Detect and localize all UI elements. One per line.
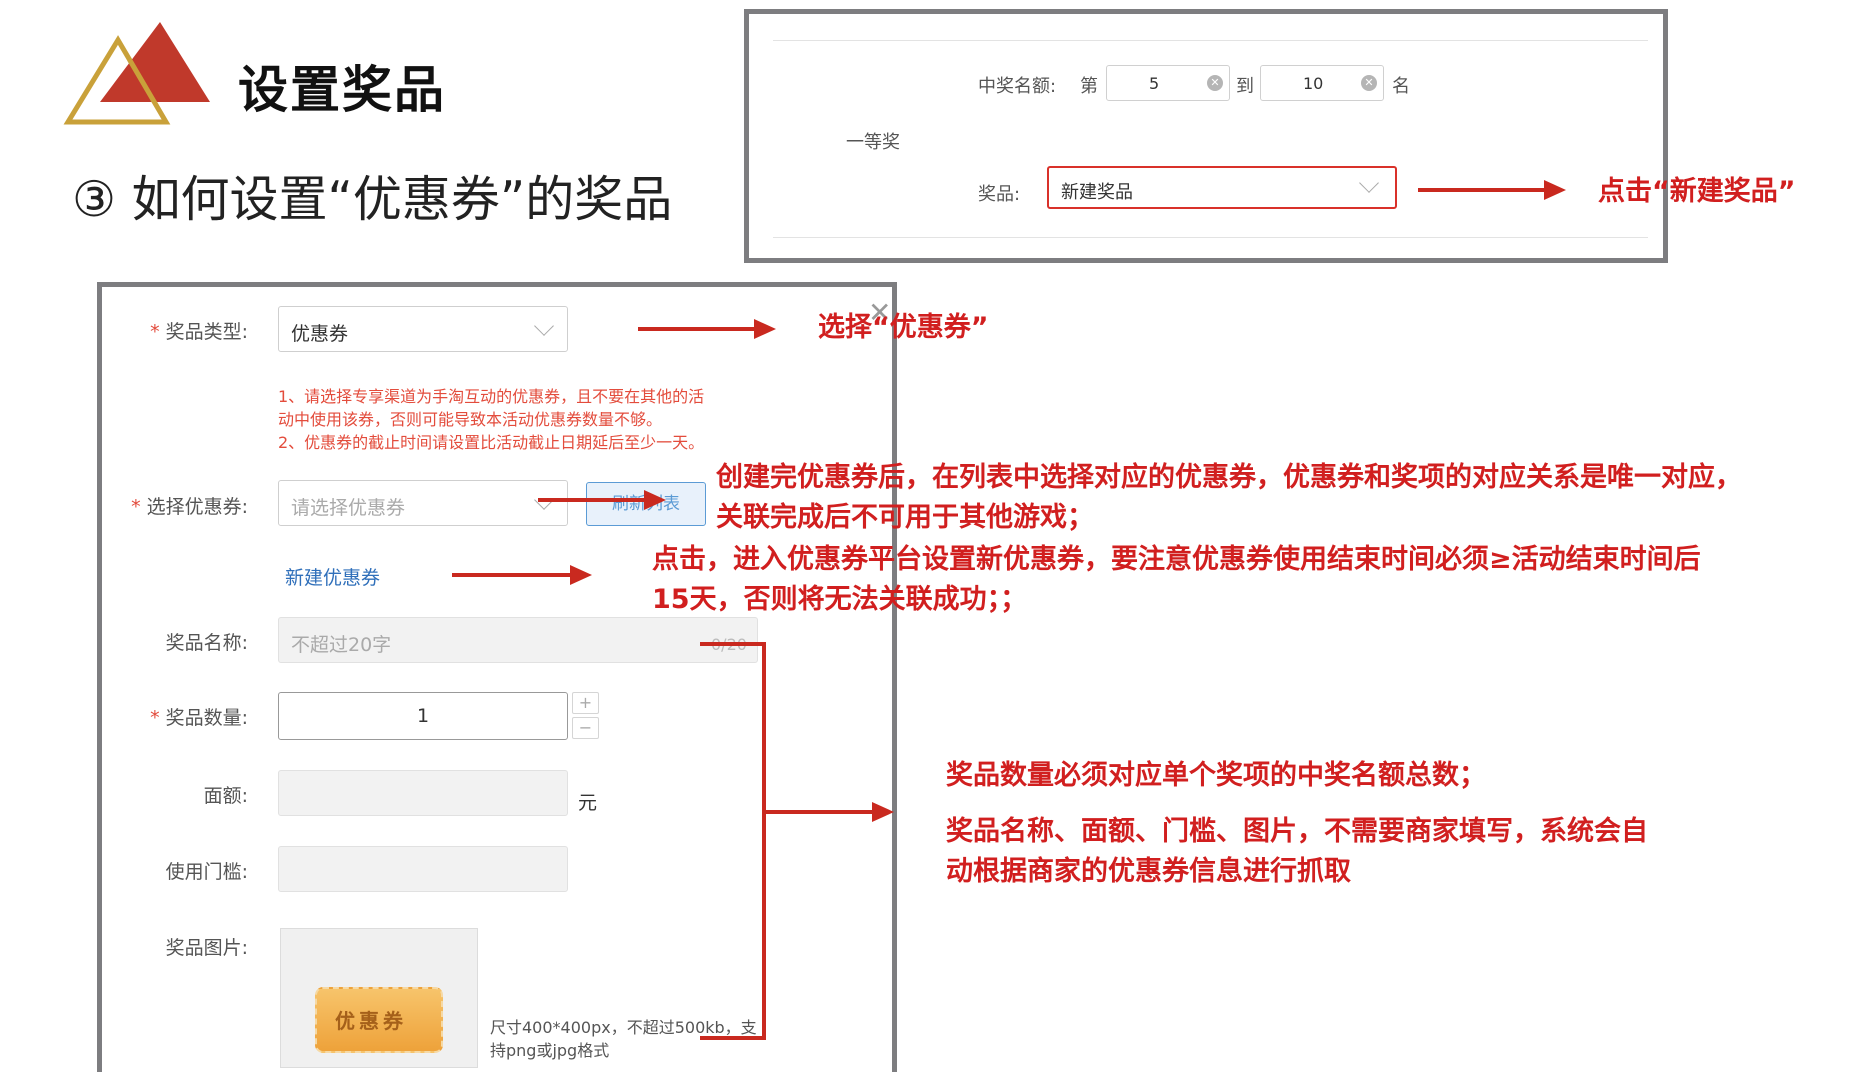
chevron-down-icon	[1359, 173, 1379, 193]
slide-title: 设置奖品	[238, 61, 446, 119]
prize-type-label: * 奖品类型:	[150, 321, 248, 343]
winner-count-label: 中奖名额:	[978, 76, 1057, 97]
annotation-select-coupon: 选择“优惠券”	[818, 312, 989, 343]
prize-type-value: 优惠券	[291, 323, 349, 345]
coupon-select[interactable]: 请选择优惠券	[278, 480, 568, 526]
prize-select-value: 新建奖品	[1061, 182, 1133, 203]
annotation-coupon-note: 创建完优惠券后，在列表中选择对应的优惠券，优惠券和奖项的对应关系是唯一对应， 关…	[716, 462, 1742, 533]
increment-button[interactable]: +	[572, 692, 599, 714]
prize-label: 奖品:	[978, 184, 1021, 205]
rank-from-value: 5	[1149, 74, 1160, 93]
notice-line: 1、请选择专享渠道为手淘互动的优惠券，且不要在其他的活	[278, 387, 705, 406]
prize-name-placeholder: 不超过20字	[291, 634, 392, 656]
threshold-label: 使用门槛:	[165, 861, 248, 883]
annotation-quantity-note: 奖品数量必须对应单个奖项的中奖名额总数；	[946, 760, 1486, 791]
arrow-line	[638, 327, 756, 331]
rank-from-input[interactable]: 5 ✕	[1106, 65, 1230, 101]
arrow-right-icon	[754, 319, 776, 339]
face-value-input[interactable]	[278, 770, 568, 816]
bracket-line	[762, 642, 766, 1040]
coupon-select-placeholder: 请选择优惠券	[291, 497, 406, 519]
prize-image-upload[interactable]: 优惠券	[280, 928, 478, 1068]
currency-unit: 元	[578, 792, 598, 814]
prize-type-select[interactable]: 优惠券	[278, 306, 568, 352]
threshold-input[interactable]	[278, 846, 568, 892]
decrement-button[interactable]: −	[572, 717, 599, 739]
rank-to-input[interactable]: 10 ✕	[1260, 65, 1384, 101]
arrow-line	[762, 810, 874, 814]
chevron-down-icon	[534, 316, 554, 336]
triangle-logo-icon	[63, 22, 210, 125]
arrow-right-icon	[570, 565, 592, 585]
prize-name-label: 奖品名称:	[165, 632, 248, 654]
rank-to-label: 到	[1236, 76, 1254, 97]
notice-line: 动中使用该券，否则可能导致本活动优惠券数量不够。	[278, 410, 663, 429]
quantity-stepper[interactable]: 1	[278, 692, 568, 740]
prize-select[interactable]: 新建奖品	[1047, 166, 1397, 209]
bracket-line	[700, 642, 766, 646]
arrow-line	[538, 498, 646, 502]
arrow-right-icon	[644, 490, 666, 510]
bracket-line	[700, 1036, 766, 1040]
tier-label: 一等奖	[846, 132, 900, 153]
prize-image-label: 奖品图片:	[165, 937, 248, 959]
annotation-auto-fill-note: 奖品名称、面额、门槛、图片，不需要商家填写，系统会自 动根据商家的优惠券信息进行…	[946, 816, 1648, 887]
prize-name-input[interactable]: 不超过20字	[278, 617, 758, 663]
coupon-notice: 1、请选择专享渠道为手淘互动的优惠券，且不要在其他的活 动中使用该券，否则可能导…	[278, 385, 758, 454]
annotation-new-coupon-note: 点击，进入优惠券平台设置新优惠券，要注意优惠券使用结束时间必须≥活动结束时间后 …	[652, 544, 1701, 615]
clear-icon[interactable]: ✕	[1207, 75, 1223, 91]
quantity-value: 1	[417, 705, 430, 727]
new-coupon-link[interactable]: 新建优惠券	[285, 563, 380, 590]
coupon-select-label: * 选择优惠券:	[131, 496, 248, 518]
coupon-ticket-text: 优惠券	[335, 1009, 407, 1033]
coupon-ticket-icon: 优惠券	[315, 987, 443, 1053]
rank-from-label: 第	[1080, 76, 1098, 97]
arrow-line	[1418, 188, 1546, 192]
clear-icon[interactable]: ✕	[1361, 75, 1377, 91]
quantity-label: * 奖品数量:	[150, 707, 248, 729]
rank-unit-label: 名	[1392, 76, 1410, 97]
arrow-right-icon	[1544, 180, 1566, 200]
image-hint-line: 持png或jpg格式	[490, 1041, 610, 1060]
arrow-right-icon	[872, 802, 894, 822]
slide-subtitle: ③ 如何设置“优惠券”的奖品	[72, 171, 673, 228]
annotation-click-new-prize: 点击“新建奖品”	[1598, 176, 1796, 207]
face-value-label: 面额:	[203, 785, 248, 807]
rank-to-value: 10	[1303, 74, 1324, 93]
arrow-line	[452, 573, 572, 577]
notice-line: 2、优惠券的截止时间请设置比活动截止日期延后至少一天。	[278, 433, 705, 452]
